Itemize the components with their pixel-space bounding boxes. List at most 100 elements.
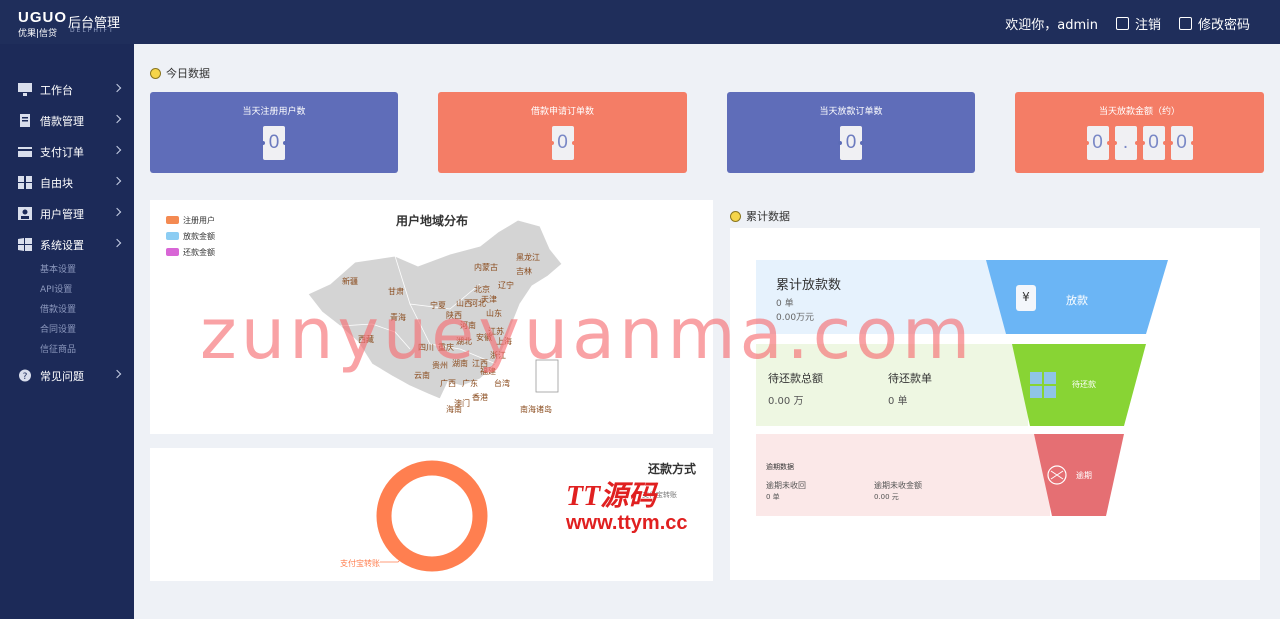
cumulative-panel: 累计放款数 0 单 0.00万元 ¥ 放款 待还款总额 0.00 万 待还款单 … — [730, 228, 1260, 580]
overdue-summary: 逾期数据 逾期未收回 0 单 逾期未收金额 0.00 元 — [756, 434, 1050, 516]
watermark-badge: TT源码 www.ttym.cc — [566, 482, 688, 535]
bulb-icon — [730, 210, 741, 222]
legend-label: 放款金额 — [183, 231, 215, 241]
sidebar-item-free-blocks[interactable]: 自由块 — [0, 167, 134, 198]
sidebar-item-label: 常见问题 — [40, 369, 84, 383]
legend-swatch — [166, 216, 179, 224]
digit: 0 — [549, 126, 576, 160]
blocks-icon — [1030, 372, 1056, 398]
submenu-item-loan-settings[interactable]: 借款设置 — [0, 300, 134, 320]
overdue-funnel-tag: 逾期 — [1076, 471, 1092, 480]
logout-button[interactable]: 注销 — [1115, 14, 1161, 33]
overdue-amount-label: 逾期未收金额 — [874, 481, 922, 490]
label-leader-line — [380, 553, 407, 563]
legend-item[interactable]: 注册用户 — [166, 212, 215, 228]
digit: 0 — [1140, 126, 1167, 160]
card-title: 当天放款金额（约） — [1098, 107, 1180, 117]
submenu-item-api[interactable]: API设置 — [0, 280, 134, 300]
top-right-bar: 欢迎你，admin 注销 修改密码 — [1005, 14, 1250, 33]
legend-swatch — [166, 232, 179, 240]
map-legend: 注册用户 放款金额 还款金额 — [166, 212, 215, 260]
logo-text: UGUO — [18, 9, 67, 26]
monitor-icon — [18, 83, 32, 96]
card-title: 借款申请订单数 — [530, 107, 594, 117]
submenu-item-contract[interactable]: 合同设置 — [0, 320, 134, 340]
card-digits: 0 — [438, 126, 687, 160]
sidebar-item-workbench[interactable]: 工作台 — [0, 74, 134, 105]
stat-card-loan-applications: 借款申请订单数 0 — [438, 92, 687, 173]
chevron-right-icon — [112, 238, 122, 248]
sidebar-item-label: 支付订单 — [40, 145, 84, 159]
card-digits: 0 — [150, 126, 398, 160]
repayment-title: 还款方式 — [648, 462, 697, 476]
chevron-right-icon — [112, 114, 122, 124]
legend-item[interactable]: 还款金额 — [166, 244, 215, 260]
stat-card-disbursed-amount: 当天放款金额（约） 0 . 0 0 — [1015, 92, 1264, 173]
legend-swatch — [166, 248, 179, 256]
submenu-item-basic[interactable]: 基本设置 — [0, 260, 134, 280]
welcome-text: 欢迎你，admin — [1005, 18, 1098, 33]
card-title: 当天放款订单数 — [819, 107, 883, 117]
logo-tagline: DELPHIFT — [70, 27, 115, 34]
watermark-text: zunyueyuanma.com — [200, 293, 975, 375]
province-label: 内蒙古 — [474, 263, 498, 272]
digit: . — [1112, 126, 1139, 160]
bulb-icon — [150, 67, 161, 79]
province-label: 南海诸岛 — [520, 405, 552, 414]
logo-sub: 优果|信贷 — [18, 29, 58, 39]
today-section-header: 今日数据 — [150, 65, 210, 81]
top-bar: UGUO 优果|信贷 后台管理 DELPHIFT 欢迎你，admin 注销 修改… — [0, 0, 1280, 44]
logout-label: 注销 — [1134, 18, 1161, 33]
sidebar-item-faq[interactable]: ? 常见问题 — [0, 360, 134, 391]
province-label: 黑龙江 — [516, 253, 540, 262]
sidebar-item-label: 用户管理 — [40, 207, 84, 221]
cumulative-title: 累计数据 — [746, 210, 790, 223]
digit: 0 — [261, 126, 287, 160]
legend-label: 还款金额 — [183, 247, 215, 257]
submenu-item-credit-products[interactable]: 信征商品 — [0, 340, 134, 360]
sidebar-menu: 工作台 借款管理 支付订单 自由块 用户管理 系统设置 基本设置 API设置 借… — [0, 74, 134, 391]
cumulative-section-header: 累计数据 — [730, 208, 790, 224]
province-label: 台湾 — [494, 379, 510, 388]
watermark-brand: TT源码 — [566, 481, 657, 512]
document-icon — [20, 114, 30, 127]
chevron-right-icon — [112, 176, 122, 186]
windows-icon — [18, 238, 32, 251]
sidebar-item-label: 系统设置 — [40, 238, 84, 252]
loan-label: 累计放款数 — [776, 278, 842, 293]
sidebar-item-settings[interactable]: 系统设置 — [0, 229, 134, 260]
legend-item[interactable]: 放款金额 — [166, 228, 215, 244]
overdue-uncollected-value: 0 单 — [766, 493, 780, 501]
change-password-button[interactable]: 修改密码 — [1178, 14, 1250, 33]
stat-card-disbursed-orders: 当天放款订单数 0 — [727, 92, 975, 173]
digit: 0 — [838, 126, 864, 160]
question-icon: ? — [19, 369, 31, 382]
grid-icon — [18, 176, 32, 189]
pending-funnel-tag: 待还款 — [1072, 380, 1096, 389]
sidebar: 工作台 借款管理 支付订单 自由块 用户管理 系统设置 基本设置 API设置 借… — [0, 44, 134, 619]
sidebar-item-payments[interactable]: 支付订单 — [0, 136, 134, 167]
province-label: 广东 — [462, 379, 478, 388]
chevron-right-icon — [112, 83, 122, 93]
user-icon — [18, 207, 32, 220]
overdue-label: 逾期数据 — [766, 463, 794, 471]
card-title: 当天注册用户数 — [242, 107, 306, 117]
sidebar-item-label: 借款管理 — [40, 114, 84, 128]
repayment-slice-label: 支付宝转账 — [340, 559, 380, 568]
svg-text:?: ? — [23, 372, 28, 382]
card-icon — [18, 147, 32, 157]
card-digits: 0 . 0 0 — [1015, 126, 1264, 160]
yen-icon: ¥ — [1016, 285, 1036, 311]
province-label: 新疆 — [342, 277, 358, 286]
settings-submenu: 基本设置 API设置 借款设置 合同设置 信征商品 — [0, 260, 134, 360]
sidebar-item-loans[interactable]: 借款管理 — [0, 105, 134, 136]
stat-card-registrations: 当天注册用户数 0 — [150, 92, 398, 173]
card-digits: 0 — [727, 126, 975, 160]
chevron-right-icon — [112, 207, 122, 217]
loan-funnel-tag: 放款 — [1066, 294, 1088, 307]
overdue-uncollected-label: 逾期未收回 — [766, 481, 806, 490]
change-password-label: 修改密码 — [1197, 18, 1250, 33]
sidebar-item-users[interactable]: 用户管理 — [0, 198, 134, 229]
digit: 0 — [1084, 126, 1111, 160]
overdue-amount-value: 0.00 元 — [874, 493, 899, 501]
